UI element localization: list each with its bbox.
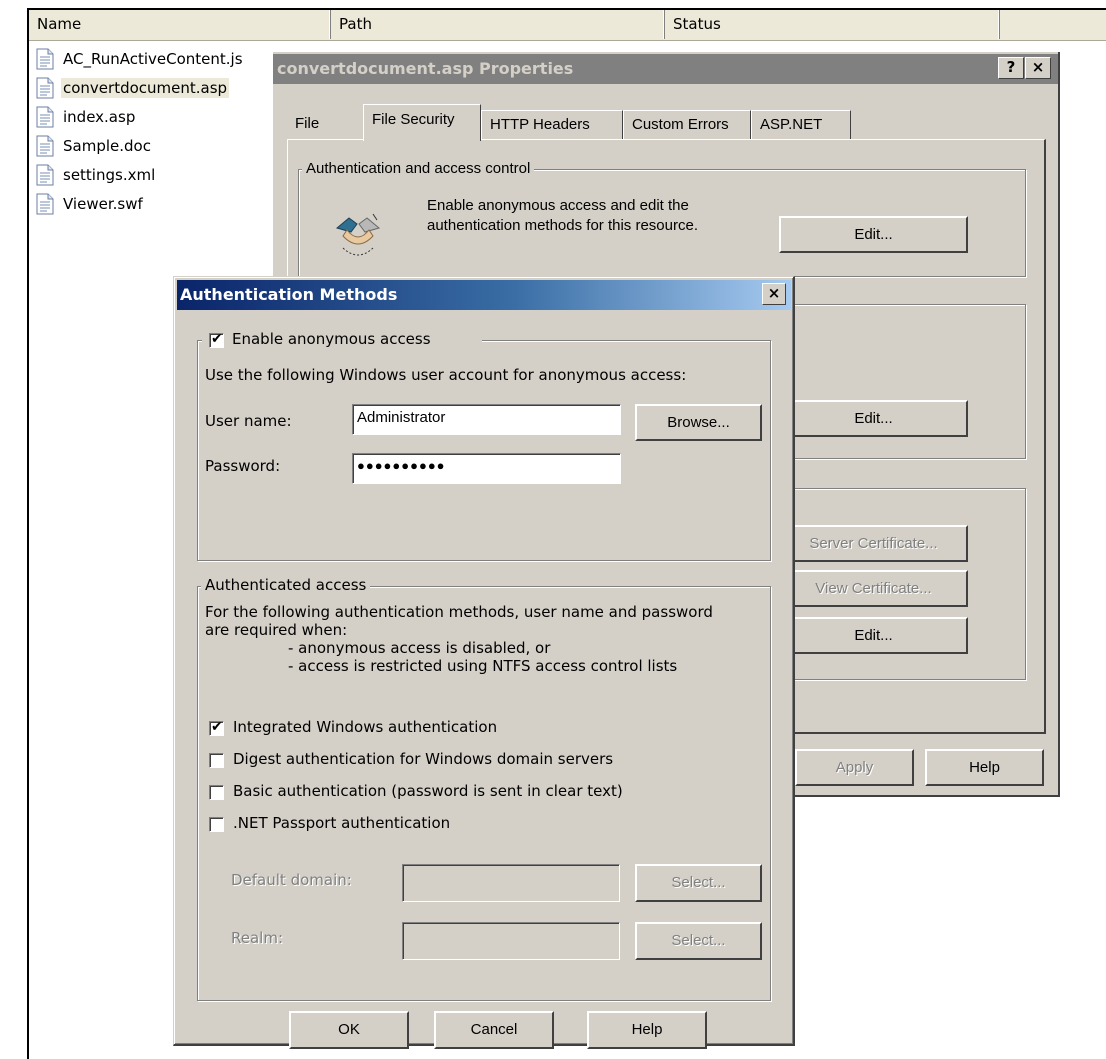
auth-desc-line2: authentication methods for this resource… bbox=[427, 217, 698, 234]
username-input[interactable]: Administrator bbox=[352, 404, 621, 435]
tab-http-headers[interactable]: HTTP Headers bbox=[481, 110, 623, 140]
file-name: Viewer.swf bbox=[63, 194, 143, 213]
file-name: index.asp bbox=[63, 107, 136, 126]
select-domain-label: Select... bbox=[671, 874, 726, 891]
close-icon[interactable]: × bbox=[762, 283, 786, 305]
auth-access-group-title: Authentication and access control bbox=[302, 160, 535, 177]
file-name: Sample.doc bbox=[63, 136, 151, 155]
enable-anonymous-label[interactable]: Enable anonymous access bbox=[232, 330, 431, 348]
server-certificate-button[interactable]: Server Certificate... bbox=[779, 525, 968, 562]
auth-method-checkbox[interactable] bbox=[209, 817, 224, 832]
auth-method-checkbox[interactable] bbox=[209, 753, 224, 768]
apply-button[interactable]: Apply bbox=[795, 749, 914, 786]
cancel-label: Cancel bbox=[470, 1021, 518, 1038]
document-icon bbox=[36, 106, 54, 127]
document-icon bbox=[36, 164, 54, 185]
handshake-icon bbox=[335, 213, 381, 256]
username-label: User name: bbox=[205, 412, 292, 430]
realm-label: Realm: bbox=[231, 929, 284, 947]
list-item[interactable]: convertdocument.asp bbox=[35, 73, 245, 102]
file-name: convertdocument.asp bbox=[61, 77, 230, 98]
column-header-path[interactable]: Path bbox=[331, 10, 665, 39]
auth-note-3: - anonymous access is disabled, or bbox=[288, 639, 551, 657]
list-item[interactable]: settings.xml bbox=[35, 160, 245, 189]
column-header-extra[interactable] bbox=[1000, 10, 1106, 39]
properties-title: convertdocument.asp Properties bbox=[277, 59, 574, 78]
browse-label: Browse... bbox=[667, 414, 730, 431]
comm-edit-label: Edit... bbox=[854, 627, 893, 644]
file-name: settings.xml bbox=[63, 165, 156, 184]
auth-note-4: - access is restricted using NTFS access… bbox=[288, 657, 678, 675]
close-icon[interactable]: × bbox=[1025, 57, 1051, 79]
server-certificate-label: Server Certificate... bbox=[809, 535, 938, 552]
list-item[interactable]: index.asp bbox=[35, 102, 245, 131]
enable-anonymous-checkbox[interactable]: ✔ bbox=[209, 331, 224, 348]
comm-edit-button[interactable]: Edit... bbox=[779, 617, 968, 654]
view-certificate-button[interactable]: View Certificate... bbox=[779, 570, 968, 607]
realm-input[interactable] bbox=[402, 922, 620, 960]
auth-method-label[interactable]: .NET Passport authentication bbox=[233, 814, 450, 832]
help-title-button[interactable]: ? bbox=[998, 57, 1024, 79]
default-domain-label: Default domain: bbox=[231, 871, 352, 889]
auth-note-2: are required when: bbox=[205, 621, 348, 639]
select-realm-button[interactable]: Select... bbox=[635, 922, 762, 960]
tab-file-security[interactable]: File Security bbox=[363, 104, 481, 141]
browse-button[interactable]: Browse... bbox=[635, 404, 762, 441]
default-domain-input[interactable] bbox=[402, 864, 620, 902]
auth-title-bar[interactable]: Authentication Methods bbox=[177, 280, 791, 310]
list-item[interactable]: AC_RunActiveContent.js bbox=[35, 44, 245, 73]
properties-help-button[interactable]: Help bbox=[925, 749, 1044, 786]
password-input[interactable]: ●●●●●●●●●● bbox=[352, 453, 621, 484]
document-icon bbox=[36, 48, 54, 69]
ip-edit-label: Edit... bbox=[854, 410, 893, 427]
auth-method-checkbox[interactable]: ✔ bbox=[209, 719, 224, 736]
document-icon bbox=[36, 135, 54, 156]
auth-method-label[interactable]: Digest authentication for Windows domain… bbox=[233, 750, 613, 768]
view-certificate-label: View Certificate... bbox=[815, 580, 932, 597]
column-header-name[interactable]: Name bbox=[29, 10, 331, 39]
tab-custom-errors[interactable]: Custom Errors bbox=[623, 110, 751, 140]
ok-label: OK bbox=[338, 1021, 360, 1038]
auth-note-1: For the following authentication methods… bbox=[205, 603, 713, 621]
tab-aspnet[interactable]: ASP.NET bbox=[751, 110, 851, 140]
ip-edit-button[interactable]: Edit... bbox=[779, 400, 968, 437]
auth-method-checkbox[interactable] bbox=[209, 785, 224, 800]
auth-dialog-title: Authentication Methods bbox=[180, 285, 398, 304]
ok-button[interactable]: OK bbox=[289, 1011, 409, 1049]
auth-help-label: Help bbox=[631, 1021, 663, 1038]
authentication-methods-dialog: Authentication Methods × ✔ Enable anonym… bbox=[173, 276, 795, 1049]
list-item[interactable]: Sample.doc bbox=[35, 131, 245, 160]
file-list: AC_RunActiveContent.js convertdocument.as… bbox=[35, 44, 245, 218]
auth-edit-button[interactable]: Edit... bbox=[779, 216, 968, 253]
document-icon bbox=[36, 77, 54, 98]
apply-label: Apply bbox=[835, 759, 874, 776]
list-header: Name Path Status bbox=[29, 10, 1106, 41]
properties-title-bar[interactable]: convertdocument.asp Properties bbox=[273, 54, 1058, 84]
column-header-status[interactable]: Status bbox=[665, 10, 1000, 39]
document-icon bbox=[36, 193, 54, 214]
tab-file[interactable]: File bbox=[287, 110, 363, 140]
auth-edit-label: Edit... bbox=[854, 226, 893, 243]
password-label: Password: bbox=[205, 457, 281, 475]
cancel-button[interactable]: Cancel bbox=[434, 1011, 554, 1049]
auth-method-label[interactable]: Basic authentication (password is sent i… bbox=[233, 782, 623, 800]
select-realm-label: Select... bbox=[671, 932, 726, 949]
auth-desc-line1: Enable anonymous access and edit the bbox=[427, 197, 689, 214]
file-browser-pane: Name Path Status AC_RunActiveContent.jsc… bbox=[27, 8, 1106, 1059]
authenticated-access-title: Authenticated access bbox=[201, 576, 371, 594]
check-icon: ✔ bbox=[211, 331, 223, 347]
check-icon: ✔ bbox=[211, 719, 223, 735]
list-item[interactable]: Viewer.swf bbox=[35, 189, 245, 218]
auth-method-label[interactable]: Integrated Windows authentication bbox=[233, 718, 497, 736]
file-name: AC_RunActiveContent.js bbox=[63, 49, 243, 68]
account-prompt: Use the following Windows user account f… bbox=[205, 366, 687, 384]
auth-help-button[interactable]: Help bbox=[587, 1011, 707, 1049]
properties-help-label: Help bbox=[969, 759, 1000, 776]
select-domain-button[interactable]: Select... bbox=[635, 864, 762, 902]
